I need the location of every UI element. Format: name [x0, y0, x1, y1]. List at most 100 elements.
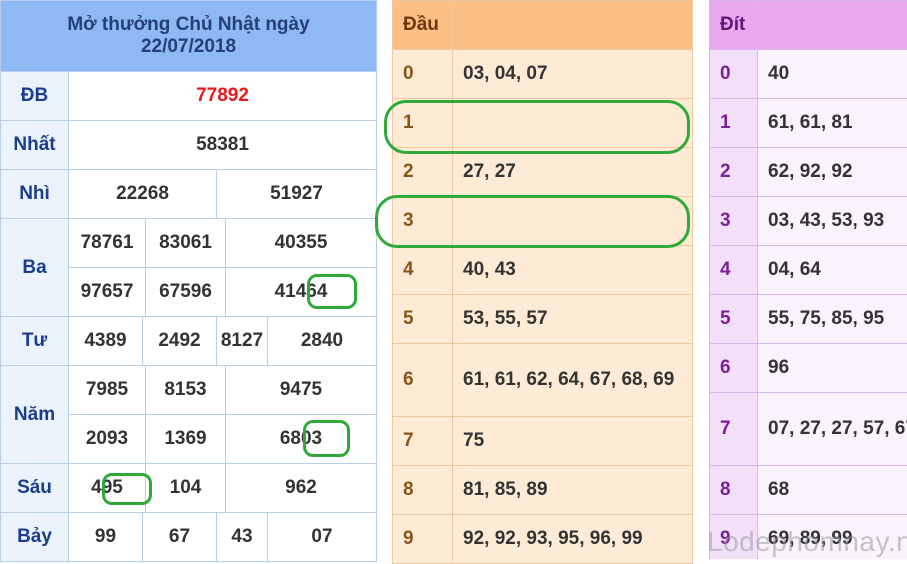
dit-row: 707, 27, 27, 57, 67 [710, 393, 907, 466]
dit-table: Đít 040 161, 61, 81 262, 92, 92 303, 43,… [709, 0, 907, 559]
dit-key: 7 [710, 393, 758, 466]
row-label: Bảy [1, 513, 69, 562]
dit-row: 303, 43, 53, 93 [710, 197, 907, 246]
dau-key: 2 [393, 148, 453, 197]
prize-value: 2093 [69, 415, 146, 464]
dau-value: 27, 27 [453, 148, 693, 197]
dit-key: 4 [710, 246, 758, 295]
dit-row: 262, 92, 92 [710, 148, 907, 197]
results-table: Mở thưởng Chủ Nhật ngày 22/07/2018 ĐB 77… [0, 0, 376, 562]
draw-title: Mở thưởng Chủ Nhật ngày 22/07/2018 [1, 1, 377, 72]
dit-value: 62, 92, 92 [758, 148, 907, 197]
prize-value: 1369 [146, 415, 226, 464]
dit-value: 04, 64 [758, 246, 907, 295]
prize-value: 41464 [226, 268, 377, 317]
dau-row: 992, 92, 93, 95, 96, 99 [393, 515, 693, 564]
dau-value: 61, 61, 62, 64, 67, 68, 69 [453, 344, 693, 417]
prize-value: 22268 [69, 170, 217, 219]
prize-value: 6803 [226, 415, 377, 464]
dau-key: 0 [393, 50, 453, 99]
prize-value: 83061 [146, 219, 226, 268]
dau-key: 8 [393, 466, 453, 515]
dit-value: 07, 27, 27, 57, 67 [758, 393, 907, 466]
prize-value: 99 [69, 513, 143, 562]
dau-header-blank [453, 1, 693, 50]
dau-key: 6 [393, 344, 453, 417]
prize-value: 8153 [146, 366, 226, 415]
dau-row: 440, 43 [393, 246, 693, 295]
dau-row: 553, 55, 57 [393, 295, 693, 344]
dau-table: Đầu 003, 04, 07 1 227, 27 3 440, 43 553,… [392, 0, 692, 564]
special-prize: 77892 [69, 72, 377, 121]
prize-value: 104 [146, 464, 226, 513]
dit-key: 6 [710, 344, 758, 393]
prize-value: 58381 [69, 121, 377, 170]
dit-row: 404, 64 [710, 246, 907, 295]
dit-key: 5 [710, 295, 758, 344]
row-label: Sáu [1, 464, 69, 513]
dau-value: 92, 92, 93, 95, 96, 99 [453, 515, 693, 564]
row-tu: Tư 4389 2492 8127 2840 [1, 317, 377, 366]
dit-header-blank [758, 1, 907, 50]
dit-row: 868 [710, 466, 907, 515]
prize-value: 78761 [69, 219, 146, 268]
dau-row: 227, 27 [393, 148, 693, 197]
draw-date: 22/07/2018 [1, 36, 376, 58]
prize-value: 962 [226, 464, 377, 513]
prize-value: 2840 [268, 317, 377, 366]
dit-value: 68 [758, 466, 907, 515]
dau-row: 775 [393, 417, 693, 466]
dau-value: 40, 43 [453, 246, 693, 295]
dit-key: 8 [710, 466, 758, 515]
dau-value [453, 99, 693, 148]
dit-key: 2 [710, 148, 758, 197]
row-label: ĐB [1, 72, 69, 121]
dau-row: 881, 85, 89 [393, 466, 693, 515]
dit-header: Đít [710, 1, 758, 50]
row-label: Ba [1, 219, 69, 317]
dau-row: 661, 61, 62, 64, 67, 68, 69 [393, 344, 693, 417]
row-nhat: Nhất 58381 [1, 121, 377, 170]
dit-value: 61, 61, 81 [758, 99, 907, 148]
dit-row: 696 [710, 344, 907, 393]
prize-value: 8127 [217, 317, 268, 366]
dau-key: 3 [393, 197, 453, 246]
row-bay: Bảy 99 67 43 07 [1, 513, 377, 562]
draw-title-line1: Mở thưởng Chủ Nhật ngày [1, 14, 376, 36]
prize-value: 07 [268, 513, 377, 562]
dit-value: 40 [758, 50, 907, 99]
row-label: Năm [1, 366, 69, 464]
row-label: Nhì [1, 170, 69, 219]
dau-value [453, 197, 693, 246]
prize-value: 67596 [146, 268, 226, 317]
row-sau: Sáu 495 104 962 [1, 464, 377, 513]
row-label: Nhất [1, 121, 69, 170]
row-db: ĐB 77892 [1, 72, 377, 121]
row-nam-1: Năm 7985 8153 9475 [1, 366, 377, 415]
dau-header: Đầu [393, 1, 453, 50]
row-nhi: Nhì 22268 51927 [1, 170, 377, 219]
dit-row: 555, 75, 85, 95 [710, 295, 907, 344]
prize-value: 67 [143, 513, 217, 562]
row-ba-1: Ba 78761 83061 40355 [1, 219, 377, 268]
dau-key: 4 [393, 246, 453, 295]
prize-value: 495 [69, 464, 146, 513]
dit-row: 040 [710, 50, 907, 99]
dau-value: 53, 55, 57 [453, 295, 693, 344]
dau-value: 75 [453, 417, 693, 466]
dau-key: 9 [393, 515, 453, 564]
dit-value: 55, 75, 85, 95 [758, 295, 907, 344]
dau-row: 003, 04, 07 [393, 50, 693, 99]
dit-row: 161, 61, 81 [710, 99, 907, 148]
prize-value: 4389 [69, 317, 143, 366]
row-label: Tư [1, 317, 69, 366]
dau-row: 3 [393, 197, 693, 246]
dit-key: 1 [710, 99, 758, 148]
dit-key: 3 [710, 197, 758, 246]
prize-value: 7985 [69, 366, 146, 415]
dau-row: 1 [393, 99, 693, 148]
prize-value: 40355 [226, 219, 377, 268]
prize-value: 97657 [69, 268, 146, 317]
watermark-text: Lodephomnay.net [707, 526, 907, 558]
dit-key: 0 [710, 50, 758, 99]
